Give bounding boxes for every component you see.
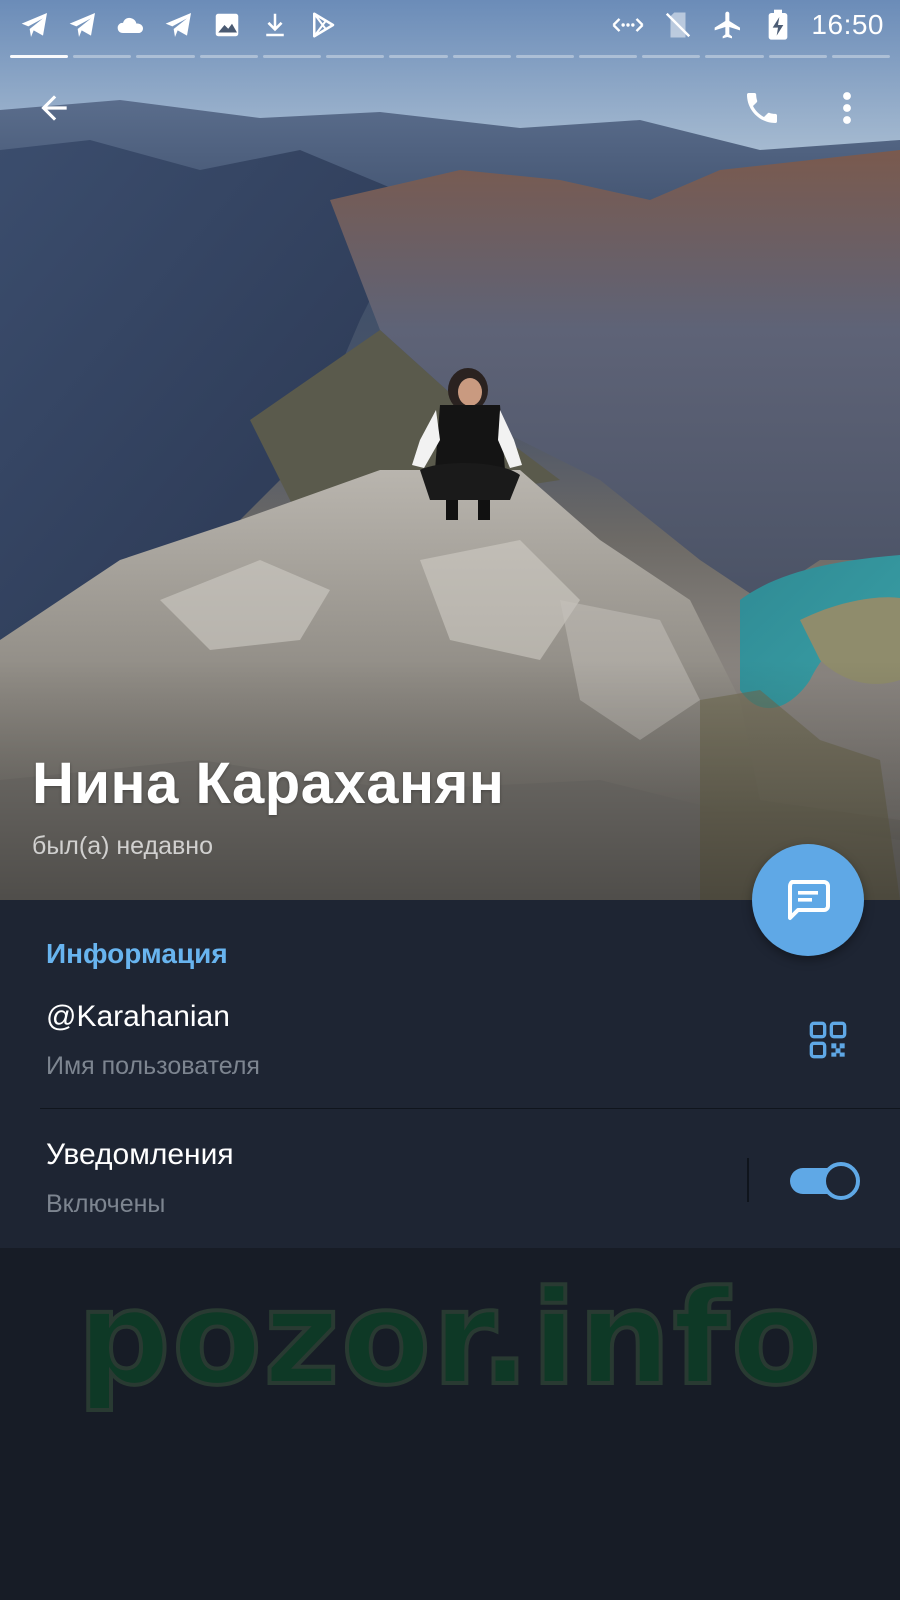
story-segment	[515, 55, 574, 58]
telegram-icon	[18, 8, 52, 42]
toggle-knob	[822, 1162, 860, 1200]
notifications-title: Уведомления	[46, 1138, 234, 1171]
data-transfer-icon	[611, 8, 645, 42]
clock: 16:50	[811, 9, 884, 40]
profile-name: Нина Караханян	[32, 751, 505, 816]
info-section: Информация @Karahanian Имя пользователя …	[0, 900, 900, 1248]
more-vertical-icon	[843, 92, 851, 124]
download-icon	[258, 8, 292, 42]
notifications-status: Включены	[46, 1190, 166, 1218]
arrow-left-icon	[41, 95, 67, 121]
status-bar: 16:50	[0, 0, 900, 50]
story-progress	[10, 55, 891, 59]
username-label: Имя пользователя	[46, 1052, 260, 1080]
no-sim-icon	[661, 8, 695, 42]
story-segment	[326, 55, 385, 58]
story-segment	[73, 55, 132, 58]
send-message-button[interactable]	[752, 844, 864, 956]
story-segment	[642, 55, 701, 58]
story-segment	[10, 55, 69, 58]
empty-area: pozor.info	[0, 1248, 900, 1600]
watermark: pozor.info	[75, 1260, 823, 1416]
notification-icons	[18, 8, 340, 42]
qr-code-icon	[809, 1021, 847, 1059]
telegram-icon	[66, 8, 100, 42]
story-segment	[578, 55, 638, 58]
story-segment	[452, 55, 511, 58]
story-segment	[262, 55, 322, 58]
last-seen-status: был(а) недавно	[32, 832, 214, 860]
qr-code-button[interactable]	[804, 1016, 852, 1064]
notifications-toggle[interactable]	[790, 1160, 860, 1200]
story-segment	[389, 55, 448, 58]
divider	[40, 1108, 900, 1109]
battery-charging-icon	[761, 8, 795, 42]
play-store-icon	[306, 8, 340, 42]
telegram-icon	[162, 8, 196, 42]
cloud-icon	[114, 8, 148, 42]
back-button[interactable]	[30, 84, 78, 132]
phone-icon	[747, 93, 777, 123]
story-segment	[705, 55, 764, 58]
top-bar	[0, 72, 900, 136]
username-value: @Karahanian	[46, 1000, 230, 1033]
story-segment	[136, 55, 195, 58]
story-segment	[831, 55, 891, 58]
section-title: Информация	[46, 938, 228, 969]
story-segment	[768, 55, 827, 58]
message-icon	[788, 880, 830, 920]
image-icon	[210, 8, 244, 42]
call-button[interactable]	[736, 82, 788, 134]
vertical-separator	[747, 1158, 749, 1202]
system-icons: 16:50	[611, 8, 884, 42]
story-segment	[199, 55, 258, 58]
more-options-button[interactable]	[832, 82, 862, 134]
airplane-mode-icon	[711, 8, 745, 42]
